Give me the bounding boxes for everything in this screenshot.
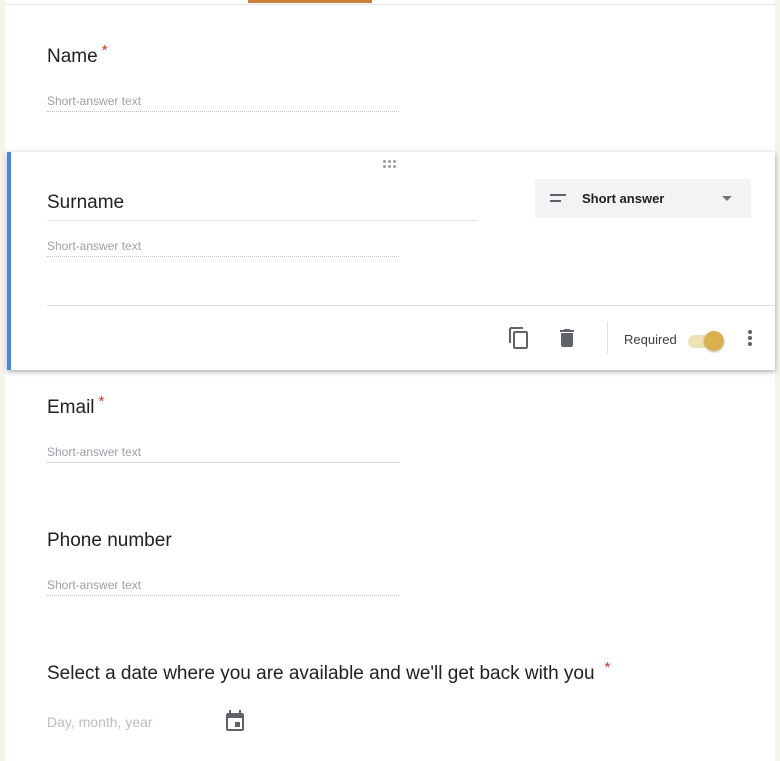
calendar-icon: [225, 710, 245, 732]
required-label: Required: [624, 332, 677, 347]
form-page: Name * Short-answer text Surname Short-an…: [5, 0, 775, 761]
delete-button[interactable]: [555, 326, 579, 350]
date-input-hint: Day, month, year: [47, 714, 153, 730]
duplicate-button[interactable]: [507, 326, 531, 350]
dropdown-caret-icon: [722, 196, 732, 201]
header-edge: [5, 0, 775, 5]
question-title-text: Email: [47, 397, 95, 418]
short-answer-hint: Short-answer text: [47, 445, 399, 463]
question-title-text: Select a date where you are available an…: [47, 663, 595, 684]
question-title-phone[interactable]: Phone number: [47, 530, 172, 552]
question-type-label: Short answer: [582, 191, 665, 206]
required-star: *: [98, 393, 105, 410]
required-star: *: [604, 659, 611, 676]
short-answer-icon: [550, 194, 566, 206]
duplicate-icon: [509, 327, 528, 349]
drag-handle-icon[interactable]: [383, 160, 399, 170]
required-toggle[interactable]: [688, 330, 726, 352]
card-footer-divider: [47, 305, 775, 306]
active-tab-indicator: [248, 0, 372, 3]
question-type-select[interactable]: Short answer: [535, 179, 751, 218]
more-options-button[interactable]: [747, 330, 753, 350]
delete-icon: [560, 329, 574, 347]
question-title-date[interactable]: Select a date where you are available an…: [47, 659, 610, 685]
question-title-email[interactable]: Email *: [47, 393, 104, 419]
short-answer-hint: Short-answer text: [47, 94, 399, 112]
question-title-input[interactable]: Surname: [47, 192, 477, 221]
active-card-indicator: [7, 152, 11, 370]
footer-separator: [607, 322, 608, 354]
short-answer-hint: Short-answer text: [47, 578, 399, 596]
question-title-text: Phone number: [47, 530, 172, 551]
more-vert-icon: [747, 330, 753, 346]
question-card-surname[interactable]: Surname Short-answer text Short answer R…: [7, 152, 775, 370]
required-star: *: [101, 42, 108, 59]
question-title-text: Name: [47, 46, 98, 67]
short-answer-hint: Short-answer text: [47, 239, 399, 257]
question-title-name[interactable]: Name *: [47, 42, 108, 68]
